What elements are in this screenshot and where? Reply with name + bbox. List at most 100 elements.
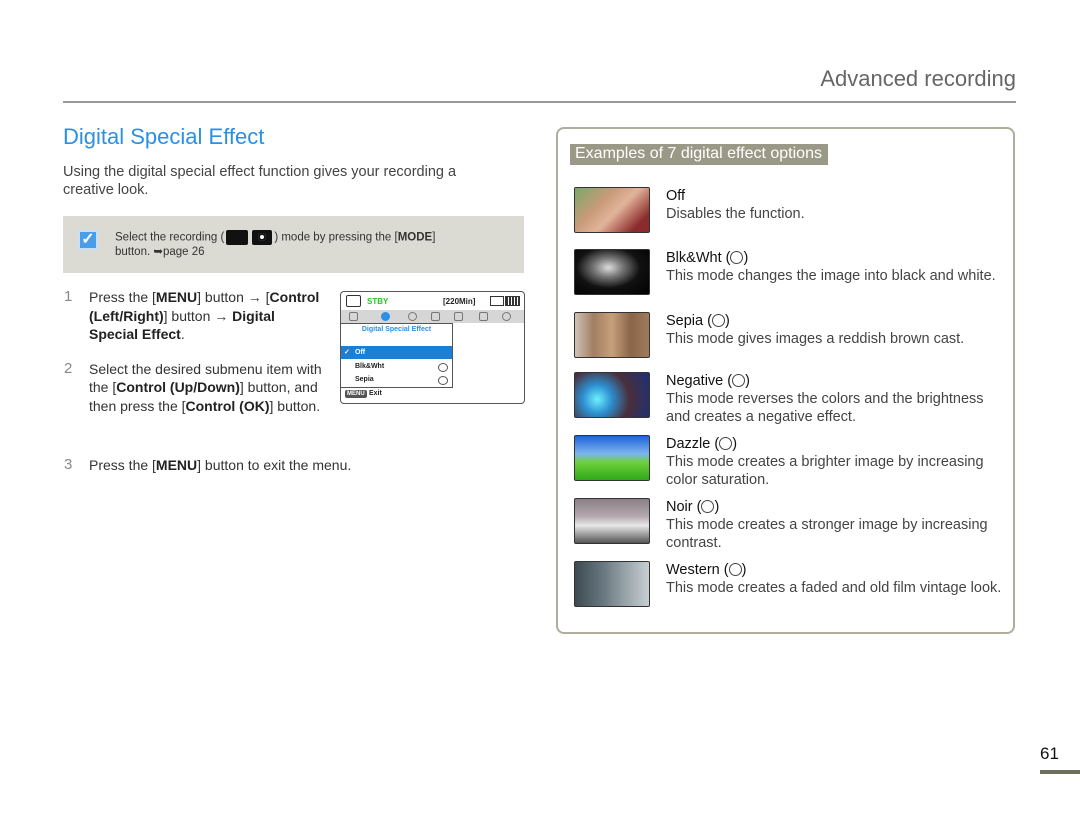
example-name-label: Noir bbox=[666, 499, 693, 515]
example-text: Off Disables the function. bbox=[666, 187, 1006, 223]
display-tab-icon[interactable] bbox=[431, 312, 440, 321]
page-heading: Digital Special Effect bbox=[63, 124, 265, 149]
example-description: This mode creates a brighter image by in… bbox=[666, 454, 984, 488]
noir-mode-icon bbox=[701, 500, 715, 513]
example-name: Western () bbox=[666, 562, 747, 578]
sepia-mode-icon bbox=[711, 314, 725, 327]
memory-card-icon bbox=[490, 296, 504, 306]
checkmark-icon: ✓ bbox=[78, 230, 98, 250]
step-1: 1 Press the [MENU] button → [Control (Le… bbox=[63, 288, 323, 344]
example-name: Dazzle () bbox=[666, 436, 738, 452]
steps-list-continued: 3 Press the [MENU] button to exit the me… bbox=[63, 456, 503, 491]
remaining-time: [220Min] bbox=[443, 297, 476, 306]
children-photo-thumbnail bbox=[574, 187, 650, 233]
sepia-icon bbox=[438, 376, 448, 385]
step-text: Press the [MENU] button → [Control (Left… bbox=[89, 289, 319, 342]
note-text-part: Select the recording ( bbox=[115, 231, 225, 244]
example-name-label: Off bbox=[666, 188, 686, 204]
submenu-title: Digital Special Effect bbox=[361, 326, 432, 333]
negative-mode-icon bbox=[732, 374, 746, 387]
page-reference: button. ➥page 26 bbox=[115, 246, 205, 258]
video-mode-icon bbox=[346, 295, 361, 307]
step-text: Select the desired submenu item with the… bbox=[89, 361, 322, 414]
bold-term: Control (OK) bbox=[185, 397, 270, 414]
submenu-item-off[interactable]: ✓ Off bbox=[341, 346, 452, 359]
exit-label: Exit bbox=[369, 390, 382, 397]
effect-tab-icon[interactable] bbox=[381, 312, 390, 321]
example-text: Sepia () This mode gives images a reddish… bbox=[666, 312, 1006, 348]
gear-tab-icon[interactable] bbox=[502, 312, 511, 321]
bw-woman-photo-thumbnail bbox=[574, 249, 650, 295]
submenu-item-sepia[interactable]: Sepia bbox=[341, 373, 452, 386]
bold-term: MENU bbox=[155, 457, 198, 473]
note-text-part: ) mode by pressing the [ bbox=[274, 231, 398, 244]
bold-term: MENU bbox=[155, 289, 198, 305]
step-3: 3 Press the [MENU] button to exit the me… bbox=[63, 456, 503, 475]
step-number: 1 bbox=[64, 288, 73, 305]
lcd-menu-tabs bbox=[341, 310, 524, 323]
note-text-part: ] bbox=[432, 231, 436, 244]
noir-car-photo-thumbnail bbox=[574, 498, 650, 544]
grid-tab-icon[interactable] bbox=[479, 312, 488, 321]
dazzle-mode-icon bbox=[719, 437, 733, 450]
example-name-label: Negative bbox=[666, 373, 724, 389]
submenu-item-label: Off bbox=[355, 349, 366, 356]
example-name: Off bbox=[666, 187, 1006, 205]
page-number: 61 bbox=[1040, 744, 1059, 763]
intro-text: Using the digital special effect functio… bbox=[63, 164, 457, 198]
examples-panel-title: Examples of 7 digital effect options bbox=[570, 144, 828, 165]
example-text: Blk&Wht () This mode changes the image in… bbox=[666, 249, 1006, 285]
lcd-bottom-bar: MENU Exit bbox=[341, 387, 524, 403]
lcd-status-bar: STBY [220Min] bbox=[341, 292, 524, 309]
example-name-label: Dazzle bbox=[666, 436, 711, 452]
example-name-label: Blk&Wht bbox=[666, 250, 722, 266]
example-description: This mode reverses the colors and the br… bbox=[666, 391, 984, 425]
negative-flowers-photo-thumbnail bbox=[574, 372, 650, 418]
western-street-photo-thumbnail bbox=[574, 561, 650, 607]
note-text: Select the recording ( ) mode by pressing… bbox=[115, 230, 515, 259]
example-text: Dazzle () This mode creates a brighter im… bbox=[666, 435, 1006, 489]
video-camera-icon bbox=[226, 230, 249, 245]
check-icon: ✓ bbox=[344, 349, 350, 356]
section-title: Advanced recording bbox=[820, 66, 1016, 91]
example-description: This mode creates a stronger image by in… bbox=[666, 517, 988, 551]
page-number-bar bbox=[1040, 770, 1080, 774]
submenu-item-label: Sepia bbox=[355, 376, 374, 383]
photo-camera-icon bbox=[252, 230, 273, 245]
example-description: This mode gives images a reddish brown c… bbox=[666, 331, 965, 347]
zoom-tab-icon[interactable] bbox=[408, 312, 417, 321]
steps-list: 1 Press the [MENU] button → [Control (Le… bbox=[63, 288, 323, 431]
example-name: Noir () bbox=[666, 499, 720, 515]
western-mode-icon bbox=[728, 563, 742, 576]
camcorder-lcd-screen: STBY [220Min] Digital Special Effect ✓ O… bbox=[340, 291, 525, 404]
example-name: Negative () bbox=[666, 373, 750, 389]
bold-term: Control (Up/Down) bbox=[116, 379, 240, 395]
example-name: Blk&Wht () bbox=[666, 250, 749, 266]
step-text: Press the [MENU] button to exit the menu… bbox=[89, 457, 351, 473]
step-2: 2 Select the desired submenu item with t… bbox=[63, 360, 323, 416]
examples-panel: Examples of 7 digital effect options Off… bbox=[556, 127, 1015, 634]
lcd-submenu: Digital Special Effect ✓ Off Blk&Wht Sep… bbox=[341, 323, 453, 388]
example-name: Sepia () bbox=[666, 313, 730, 329]
scene-tab-icon[interactable] bbox=[349, 312, 358, 321]
example-description: This mode creates a faded and old film v… bbox=[666, 580, 1002, 596]
settings-tab-icon[interactable] bbox=[454, 312, 463, 321]
example-text: Noir () This mode creates a stronger imag… bbox=[666, 498, 1006, 552]
blkwht-mode-icon bbox=[730, 251, 744, 264]
menu-button[interactable]: MENU bbox=[345, 390, 367, 398]
example-description: This mode changes the image into black a… bbox=[666, 268, 996, 284]
example-text: Western () This mode creates a faded and … bbox=[666, 561, 1006, 597]
step-text-part: Press the [ bbox=[89, 289, 156, 305]
blkwht-icon bbox=[438, 363, 448, 372]
dazzle-sky-photo-thumbnail bbox=[574, 435, 650, 481]
header-divider bbox=[63, 101, 1016, 103]
step-number: 2 bbox=[64, 359, 73, 377]
note-box: ✓ Select the recording ( ) mode by pressi… bbox=[63, 216, 524, 273]
step-text-part: ] button → [ bbox=[197, 289, 270, 305]
submenu-item-blkwht[interactable]: Blk&Wht bbox=[341, 360, 452, 373]
step-text-part: . bbox=[180, 326, 185, 342]
step-number: 3 bbox=[64, 456, 73, 473]
step-text-part: Press the [ bbox=[89, 457, 156, 473]
step-text-part: ] button → bbox=[163, 307, 233, 324]
battery-icon bbox=[505, 296, 520, 306]
